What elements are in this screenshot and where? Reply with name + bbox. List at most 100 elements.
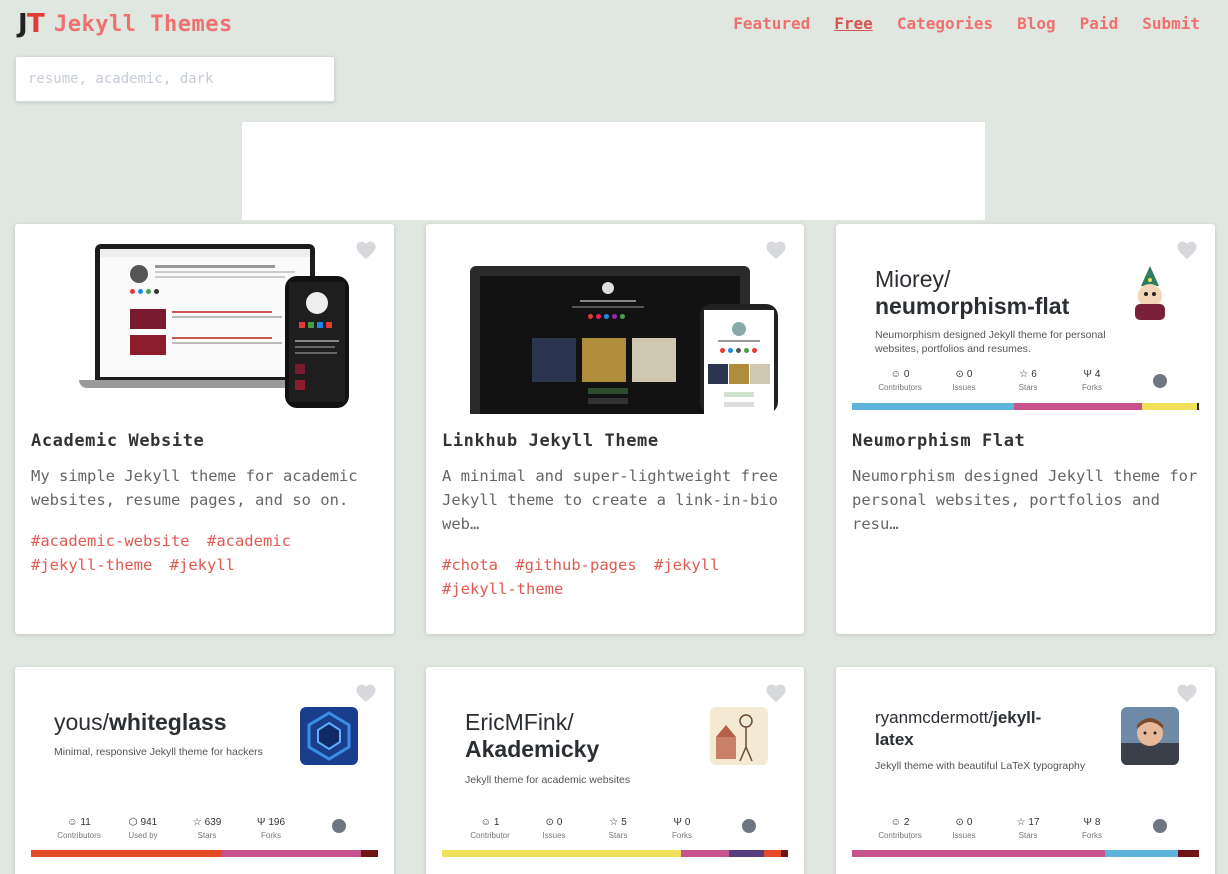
tag[interactable]: #jekyll	[654, 553, 719, 577]
language-bar	[852, 850, 1199, 857]
language-segment	[1105, 850, 1179, 857]
repo-name: neumorphism-flat	[875, 293, 1070, 319]
stat-value: 0	[966, 369, 973, 380]
stars-icon: ☆	[192, 817, 202, 828]
repo-stats: ☺ 11 Contributors ⬡ 941 Used by ☆ 639 Stars Ψ1…	[53, 817, 297, 840]
stat-forks: Ψ 196 Forks	[245, 817, 297, 840]
repo-preview[interactable]: yous/whiteglass Minimal, responsive Jeky…	[31, 667, 378, 857]
language-bar	[31, 850, 378, 857]
stat-used-by: ⬡ 941 Used by	[117, 817, 169, 840]
stat-value: 0	[684, 817, 691, 828]
language-segment	[1178, 850, 1199, 857]
tag[interactable]: #academic-website	[31, 529, 190, 553]
stat-label: Used by	[128, 831, 158, 840]
tag[interactable]: #academic	[207, 529, 291, 553]
stat-label: Stars	[608, 831, 628, 840]
heart-icon[interactable]	[355, 683, 377, 703]
stat-value: 5	[621, 817, 627, 828]
stat-value: 11	[80, 817, 91, 828]
stat-value: 0	[966, 817, 973, 828]
stat-stars: ☆ 17 Stars	[1002, 817, 1054, 840]
stat-label: Contributor	[470, 831, 510, 840]
forks-icon: Ψ	[256, 817, 266, 828]
stat-contributors: ☺ 1 Contributor	[464, 817, 516, 840]
language-segment	[781, 850, 788, 857]
card-title[interactable]: Linkhub Jekyll Theme	[442, 431, 659, 451]
repo-description: Jekyll theme with beautiful LaTeX typogr…	[875, 760, 1086, 772]
stat-value: 17	[1028, 817, 1040, 828]
laptop-mockup	[95, 244, 315, 380]
stat-value: 1	[493, 817, 500, 828]
stat-label: Forks	[261, 831, 281, 840]
tag[interactable]: #chota	[442, 553, 498, 577]
card-title[interactable]: Neumorphism Flat	[852, 431, 1025, 451]
language-segment	[729, 850, 764, 857]
stat-value: 941	[140, 817, 158, 828]
github-icon	[1153, 374, 1167, 388]
card-tags: #chota #github-pages #jekyll #jekyll-the…	[442, 553, 790, 601]
issues-icon: ⊙	[955, 369, 964, 380]
logo-t: T	[27, 9, 45, 39]
stat-contributors: ☺ 11 Contributors	[53, 817, 105, 840]
nav-free[interactable]: Free	[834, 14, 873, 33]
forks-icon: Ψ	[1083, 817, 1092, 828]
repo-name: Akademicky	[465, 736, 600, 762]
theme-card-linkhub[interactable]: Linkhub Jekyll Theme A minimal and super…	[426, 224, 804, 634]
phone-screen	[704, 310, 774, 414]
language-segment	[1141, 403, 1197, 410]
theme-card-whiteglass[interactable]: yous/whiteglass Minimal, responsive Jeky…	[15, 667, 394, 874]
tag[interactable]: #jekyll	[170, 553, 235, 577]
tag[interactable]: #jekyll-theme	[31, 553, 152, 577]
stat-value: 6	[1031, 369, 1037, 380]
stars-icon: ☆	[1016, 817, 1026, 828]
repo-title: yous/whiteglass	[54, 709, 284, 736]
theme-card-jekyll-latex[interactable]: ryanmcdermott/jekyll-latex Jekyll theme …	[836, 667, 1215, 874]
contributors-icon: ☺	[890, 817, 901, 828]
phone-mockup	[700, 304, 778, 414]
repo-preview[interactable]: ryanmcdermott/jekyll-latex Jekyll theme …	[852, 667, 1199, 857]
heart-icon[interactable]	[1176, 683, 1198, 703]
heart-icon[interactable]	[355, 240, 377, 260]
theme-card-akademicky[interactable]: EricMFink/Akademicky Jekyll theme for ac…	[426, 667, 804, 874]
stat-stars: ☆ 6 Stars	[1002, 369, 1054, 392]
issues-icon: ⊙	[955, 817, 964, 828]
laptop-screen	[100, 249, 310, 377]
heart-icon[interactable]	[765, 240, 787, 260]
theme-thumbnail[interactable]	[31, 224, 378, 414]
nav-blog[interactable]: Blog	[1017, 14, 1056, 33]
stat-issues: ⊙ 0 Issues	[938, 369, 990, 392]
stat-label: Issues	[952, 831, 976, 840]
card-title[interactable]: Academic Website	[31, 431, 204, 451]
repo-preview[interactable]: EricMFink/Akademicky Jekyll theme for ac…	[442, 667, 788, 857]
nav-paid[interactable]: Paid	[1080, 14, 1119, 33]
tag[interactable]: #jekyll-theme	[442, 577, 563, 601]
theme-card-academic-website[interactable]: Academic Website My simple Jekyll theme …	[15, 224, 394, 634]
theme-card-neumorphism-flat[interactable]: Miorey/neumorphism-flat Neumorphism desi…	[836, 224, 1215, 634]
stat-stars: ☆ 5 Stars	[592, 817, 644, 840]
tag[interactable]: #github-pages	[515, 553, 636, 577]
site-title[interactable]: Jekyll Themes	[54, 12, 233, 37]
nav-submit[interactable]: Submit	[1142, 14, 1200, 33]
heart-icon[interactable]	[765, 683, 787, 703]
theme-thumbnail[interactable]	[442, 224, 788, 414]
stat-value: 196	[268, 817, 286, 828]
search-input[interactable]	[15, 56, 335, 102]
stat-contributors: ☺ 2 Contributors	[874, 817, 926, 840]
heart-icon[interactable]	[1176, 240, 1198, 260]
stars-icon: ☆	[609, 817, 619, 828]
stat-value: 4	[1094, 369, 1101, 380]
stat-issues: ⊙ 0 Issues	[938, 817, 990, 840]
stat-label: Stars	[1018, 383, 1038, 392]
language-segment	[360, 850, 378, 857]
ad-banner	[242, 122, 985, 220]
repo-preview[interactable]: Miorey/neumorphism-flat Neumorphism desi…	[852, 224, 1199, 414]
stat-label: Contributors	[878, 383, 922, 392]
stat-forks: Ψ 0 Forks	[656, 817, 708, 840]
language-segment	[680, 850, 730, 857]
nav-featured[interactable]: Featured	[733, 14, 810, 33]
site-logo[interactable]: J T Jekyll Themes	[18, 10, 233, 38]
nav-categories[interactable]: Categories	[897, 14, 993, 33]
stat-label: Stars	[1018, 831, 1038, 840]
repo-avatar	[710, 707, 768, 765]
github-icon	[332, 819, 346, 833]
